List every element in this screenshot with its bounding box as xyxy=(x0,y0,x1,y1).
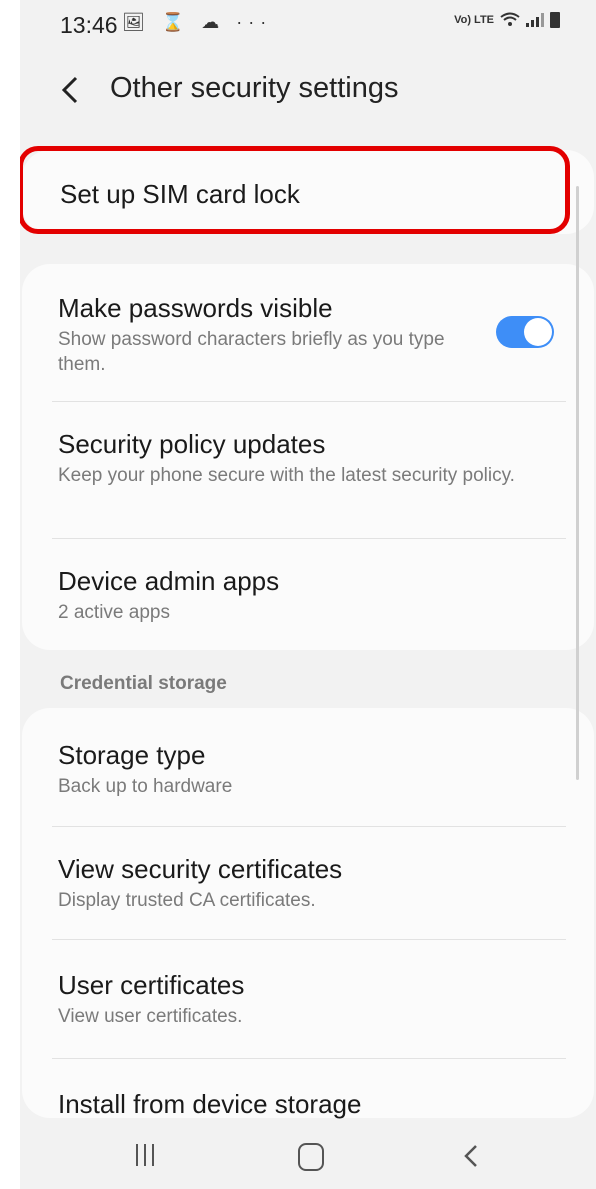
device-admin-apps-title: Device admin apps xyxy=(58,566,280,596)
install-from-device-storage-title: Install from device storage xyxy=(58,1089,362,1119)
view-security-certificates-item[interactable]: View security certificates Display trust… xyxy=(58,853,528,913)
view-security-certificates-subtitle: Display trusted CA certificates. xyxy=(58,890,316,911)
home-icon[interactable] xyxy=(298,1143,324,1171)
battery-icon xyxy=(550,12,560,28)
divider xyxy=(52,1058,566,1059)
notification-icons: 🖼 ⌛ ☁ ··· xyxy=(122,12,273,32)
page-title: Other security settings xyxy=(110,72,399,104)
back-icon[interactable] xyxy=(460,1140,484,1172)
storage-type-item[interactable]: Storage type Back up to hardware xyxy=(58,739,528,799)
user-certificates-item[interactable]: User certificates View user certificates… xyxy=(58,969,528,1029)
divider xyxy=(52,401,566,402)
security-policy-updates-subtitle: Keep your phone secure with the latest s… xyxy=(58,465,515,486)
back-arrow-icon[interactable] xyxy=(56,70,84,110)
device-admin-apps-item[interactable]: Device admin apps 2 active apps xyxy=(58,565,528,625)
scrollbar[interactable] xyxy=(576,186,579,780)
recents-icon[interactable] xyxy=(136,1144,154,1166)
storage-type-subtitle: Back up to hardware xyxy=(58,776,233,797)
security-policy-updates-item[interactable]: Security policy updates Keep your phone … xyxy=(58,428,528,488)
make-passwords-visible-title: Make passwords visible xyxy=(58,293,333,323)
divider xyxy=(52,538,566,539)
header: Other security settings xyxy=(20,62,596,122)
toggle-knob xyxy=(524,318,552,346)
storage-type-title: Storage type xyxy=(58,740,206,770)
divider xyxy=(52,826,566,827)
volte-icon: Vo) LTE xyxy=(454,14,494,26)
install-from-device-storage-item[interactable]: Install from device storage xyxy=(58,1088,528,1120)
device-admin-apps-subtitle: 2 active apps xyxy=(58,602,170,623)
highlight-box xyxy=(20,146,570,234)
divider xyxy=(52,939,566,940)
user-certificates-title: User certificates xyxy=(58,970,245,1000)
user-certificates-subtitle: View user certificates. xyxy=(58,1006,243,1027)
screen: 13:46 🖼 ⌛ ☁ ··· Vo) LTE Other security s… xyxy=(20,0,596,1189)
signal-icon xyxy=(526,13,544,27)
credential-storage-header: Credential storage xyxy=(60,673,227,694)
make-passwords-visible-subtitle: Show password characters briefly as you … xyxy=(58,329,445,375)
wifi-icon xyxy=(500,12,520,26)
make-passwords-visible-toggle[interactable] xyxy=(496,316,554,348)
status-time: 13:46 xyxy=(60,12,118,38)
view-security-certificates-title: View security certificates xyxy=(58,854,343,884)
status-bar: 13:46 🖼 ⌛ ☁ ··· Vo) LTE xyxy=(20,0,596,52)
security-policy-updates-title: Security policy updates xyxy=(58,429,326,459)
status-right-icons: Vo) LTE xyxy=(454,12,560,28)
navigation-bar xyxy=(20,1120,596,1189)
make-passwords-visible-item[interactable]: Make passwords visible Show password cha… xyxy=(58,292,528,377)
